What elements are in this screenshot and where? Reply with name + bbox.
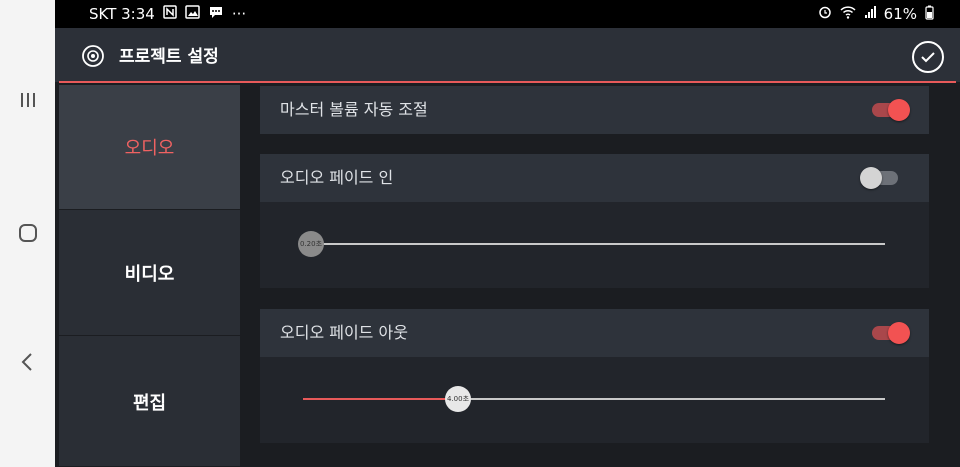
fade-in-slider-thumb[interactable]: 0.20초 [298,231,324,257]
signal-icon [864,5,876,23]
tab-edit[interactable]: 편집 [59,337,240,467]
setting-label: 마스터 볼륨 자동 조절 [280,100,428,119]
setting-label: 오디오 페이드 아웃 [280,323,408,342]
page-title: 프로젝트 설정 [119,47,219,67]
setting-fade-in: 오디오 페이드 인 [260,154,929,202]
fade-out-slider[interactable] [303,398,885,400]
fade-in-slider-panel: 0.20초 [260,202,929,288]
gallery-icon [185,5,200,23]
fade-out-value: 4.00초 [446,395,470,403]
notification-n-icon [163,5,177,23]
tab-label: 오디오 [124,138,175,159]
recents-icon[interactable] [0,90,55,110]
tab-label: 비디오 [124,264,175,285]
android-nav-bar [0,0,56,467]
sidebar: 오디오 비디오 편집 [59,85,240,467]
header-divider [59,81,956,83]
battery-percent: 61% [883,5,917,23]
back-icon[interactable] [0,352,55,372]
wifi-icon [840,5,856,23]
confirm-button[interactable] [912,41,944,73]
home-icon[interactable] [0,222,55,244]
setting-fade-out: 오디오 페이드 아웃 [260,309,929,357]
fade-out-slider-thumb[interactable]: 4.00초 [445,386,471,412]
fade-out-toggle[interactable] [868,322,910,344]
tab-audio[interactable]: 오디오 [59,85,240,210]
master-volume-toggle[interactable] [868,99,910,121]
tab-label: 편집 [132,392,167,414]
setting-label: 오디오 페이드 인 [280,168,394,187]
setting-master-volume: 마스터 볼륨 자동 조절 [260,86,929,134]
more-notifications: ··· [231,5,247,23]
message-icon [208,5,224,23]
status-bar: SKT 3:34 ··· 61% [55,0,960,28]
check-icon [921,52,935,63]
tab-video[interactable]: 비디오 [59,211,240,336]
battery-icon [925,5,934,24]
settings-icon [81,44,105,72]
app-screen: SKT 3:34 ··· 61% 프로젝트 설정 오디오 비디오 편집 마스터 … [55,0,960,467]
fade-out-slider-panel: 4.00초 [260,357,929,443]
fade-in-value: 0.20초 [299,240,323,248]
fade-in-slider[interactable] [303,243,885,245]
carrier-time: SKT 3:34 [89,5,155,23]
fade-in-toggle[interactable] [860,167,900,189]
alarm-icon [818,5,832,23]
